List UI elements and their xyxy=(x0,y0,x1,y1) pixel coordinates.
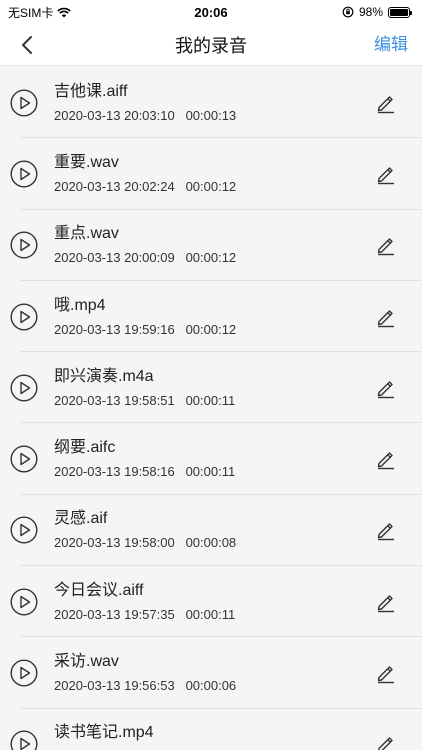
recording-meta: 2020-03-13 19:56:53 00:00:06 xyxy=(54,679,375,693)
recording-name: 即兴演奏.m4a xyxy=(54,367,154,385)
recording-name: 今日会议.aiff xyxy=(54,581,144,599)
recording-row[interactable]: 读书笔记.mp4 xyxy=(0,708,422,750)
pencil-icon[interactable] xyxy=(375,448,397,470)
recording-text: 重点.wav 2020-03-13 20:00:09 00:00:12 xyxy=(54,225,375,265)
recording-text: 即兴演奏.m4a 2020-03-13 19:58:51 00:00:11 xyxy=(54,368,375,408)
pencil-icon[interactable] xyxy=(375,377,397,399)
recording-row[interactable]: 重要.wav 2020-03-13 20:02:24 00:00:12 xyxy=(0,138,422,210)
play-circle-icon[interactable] xyxy=(10,303,38,331)
recording-name: 重要.wav xyxy=(54,153,119,171)
recording-meta: 2020-03-13 19:58:51 00:00:11 xyxy=(54,392,375,408)
recording-meta: 2020-03-13 20:00:09 00:00:12 xyxy=(54,251,375,265)
battery-level xyxy=(390,8,408,16)
recording-row[interactable]: 吉他课.aiff 2020-03-13 20:03:10 00:00:13 xyxy=(0,67,422,139)
play-circle-icon[interactable] xyxy=(10,730,38,750)
recording-date: 2020-03-13 19:56:53 xyxy=(54,678,175,694)
recording-duration: 00:00:06 xyxy=(185,678,237,694)
recording-text: 今日会议.aiff 2020-03-13 19:57:35 00:00:11 xyxy=(54,582,375,622)
recording-row[interactable]: 重点.wav 2020-03-13 20:00:09 00:00:12 xyxy=(0,209,422,282)
recording-name: 重点.wav xyxy=(54,225,119,243)
nav-bar: 我的录音 编辑 xyxy=(0,24,422,66)
recording-row[interactable]: 今日会议.aiff 2020-03-13 19:57:35 00:00:11 xyxy=(0,566,422,638)
battery-percent: 98% xyxy=(358,5,383,19)
recording-name: 哦.mp4 xyxy=(54,296,106,314)
play-circle-icon[interactable] xyxy=(10,445,38,473)
recording-name: 读书笔记.mp4 xyxy=(54,724,154,742)
recording-row[interactable]: 纲要.aifc 2020-03-13 19:58:16 00:00:11 xyxy=(0,423,422,496)
pencil-icon[interactable] xyxy=(375,234,397,256)
recording-text: 采访.wav 2020-03-13 19:56:53 00:00:06 xyxy=(54,653,375,693)
recording-text: 灵感.aif 2020-03-13 19:58:00 00:00:08 xyxy=(54,510,375,550)
play-circle-icon[interactable] xyxy=(10,160,38,188)
recording-date: 2020-03-13 20:03:10 xyxy=(54,107,175,123)
play-circle-icon[interactable] xyxy=(10,374,38,402)
back-button[interactable] xyxy=(12,30,42,60)
recording-duration: 00:00:11 xyxy=(185,392,236,408)
recording-text: 吉他课.aiff 2020-03-13 20:03:10 00:00:13 xyxy=(54,83,375,123)
pencil-icon[interactable] xyxy=(375,163,397,185)
recording-date: 2020-03-13 20:02:24 xyxy=(54,178,175,194)
orientation-lock-icon xyxy=(342,6,354,18)
play-circle-icon[interactable] xyxy=(10,588,38,616)
recording-duration: 00:00:12 xyxy=(185,321,237,337)
recording-duration: 00:00:13 xyxy=(185,107,237,123)
recording-list: 吉他课.aiff 2020-03-13 20:03:10 00:00:13 重要… xyxy=(0,67,422,750)
recording-duration: 00:00:12 xyxy=(185,178,237,194)
status-left: 无SIM卡 xyxy=(8,4,72,21)
pencil-icon[interactable] xyxy=(375,92,397,114)
page-title: 我的录音 xyxy=(175,35,247,56)
play-circle-icon[interactable] xyxy=(10,89,38,117)
recording-date: 2020-03-13 19:57:35 xyxy=(54,606,175,622)
recording-duration: 00:00:08 xyxy=(185,535,237,551)
recording-date: 2020-03-13 20:00:09 xyxy=(54,250,175,266)
carrier-label: 无SIM卡 xyxy=(8,5,54,20)
recording-duration: 00:00:11 xyxy=(185,464,236,480)
recording-meta: 2020-03-13 19:58:16 00:00:11 xyxy=(54,465,375,479)
play-circle-icon[interactable] xyxy=(10,231,38,259)
wifi-icon xyxy=(57,7,72,17)
battery-icon xyxy=(388,6,412,18)
recording-meta: 2020-03-13 19:59:16 00:00:12 xyxy=(54,321,375,337)
recording-date: 2020-03-13 19:59:16 xyxy=(54,321,175,337)
status-right: 98% xyxy=(342,5,412,19)
recording-name: 吉他课.aiff xyxy=(54,82,128,100)
pencil-icon[interactable] xyxy=(375,306,397,328)
recording-meta: 2020-03-13 19:58:00 00:00:08 xyxy=(54,536,375,550)
recording-text: 纲要.aifc 2020-03-13 19:58:16 00:00:11 xyxy=(54,439,375,479)
recording-date: 2020-03-13 19:58:00 xyxy=(54,535,175,551)
recording-duration: 00:00:11 xyxy=(185,606,236,622)
recording-meta: 2020-03-13 20:03:10 00:00:13 xyxy=(54,107,375,123)
recording-text: 读书笔记.mp4 xyxy=(54,724,375,750)
pencil-icon[interactable] xyxy=(375,591,397,613)
recording-name: 纲要.aifc xyxy=(54,439,116,457)
pencil-icon[interactable] xyxy=(375,733,397,750)
play-circle-icon[interactable] xyxy=(10,516,38,544)
recording-duration: 00:00:12 xyxy=(185,250,237,266)
pencil-icon[interactable] xyxy=(375,519,397,541)
status-bar: 无SIM卡 20:06 98% xyxy=(0,0,422,24)
recording-date: 2020-03-13 19:58:51 xyxy=(54,392,175,408)
edit-button[interactable]: 编辑 xyxy=(374,32,408,58)
recording-name: 采访.wav xyxy=(54,653,119,671)
chevron-left-icon xyxy=(22,36,32,54)
recording-text: 重要.wav 2020-03-13 20:02:24 00:00:12 xyxy=(54,154,375,194)
recording-row[interactable]: 即兴演奏.m4a 2020-03-13 19:58:51 00:00:11 xyxy=(0,352,422,424)
pencil-icon[interactable] xyxy=(375,662,397,684)
recording-text: 哦.mp4 2020-03-13 19:59:16 00:00:12 xyxy=(54,297,375,337)
recording-name: 灵感.aif xyxy=(54,510,108,528)
recording-row[interactable]: 哦.mp4 2020-03-13 19:59:16 00:00:12 xyxy=(0,280,422,353)
play-circle-icon[interactable] xyxy=(10,659,38,687)
recording-row[interactable]: 灵感.aif 2020-03-13 19:58:00 00:00:08 xyxy=(0,494,422,567)
recording-meta: 2020-03-13 19:57:35 00:00:11 xyxy=(54,606,375,622)
recording-meta: 2020-03-13 20:02:24 00:00:12 xyxy=(54,178,375,194)
recording-row[interactable]: 采访.wav 2020-03-13 19:56:53 00:00:06 xyxy=(0,637,422,709)
recording-date: 2020-03-13 19:58:16 xyxy=(54,464,175,480)
